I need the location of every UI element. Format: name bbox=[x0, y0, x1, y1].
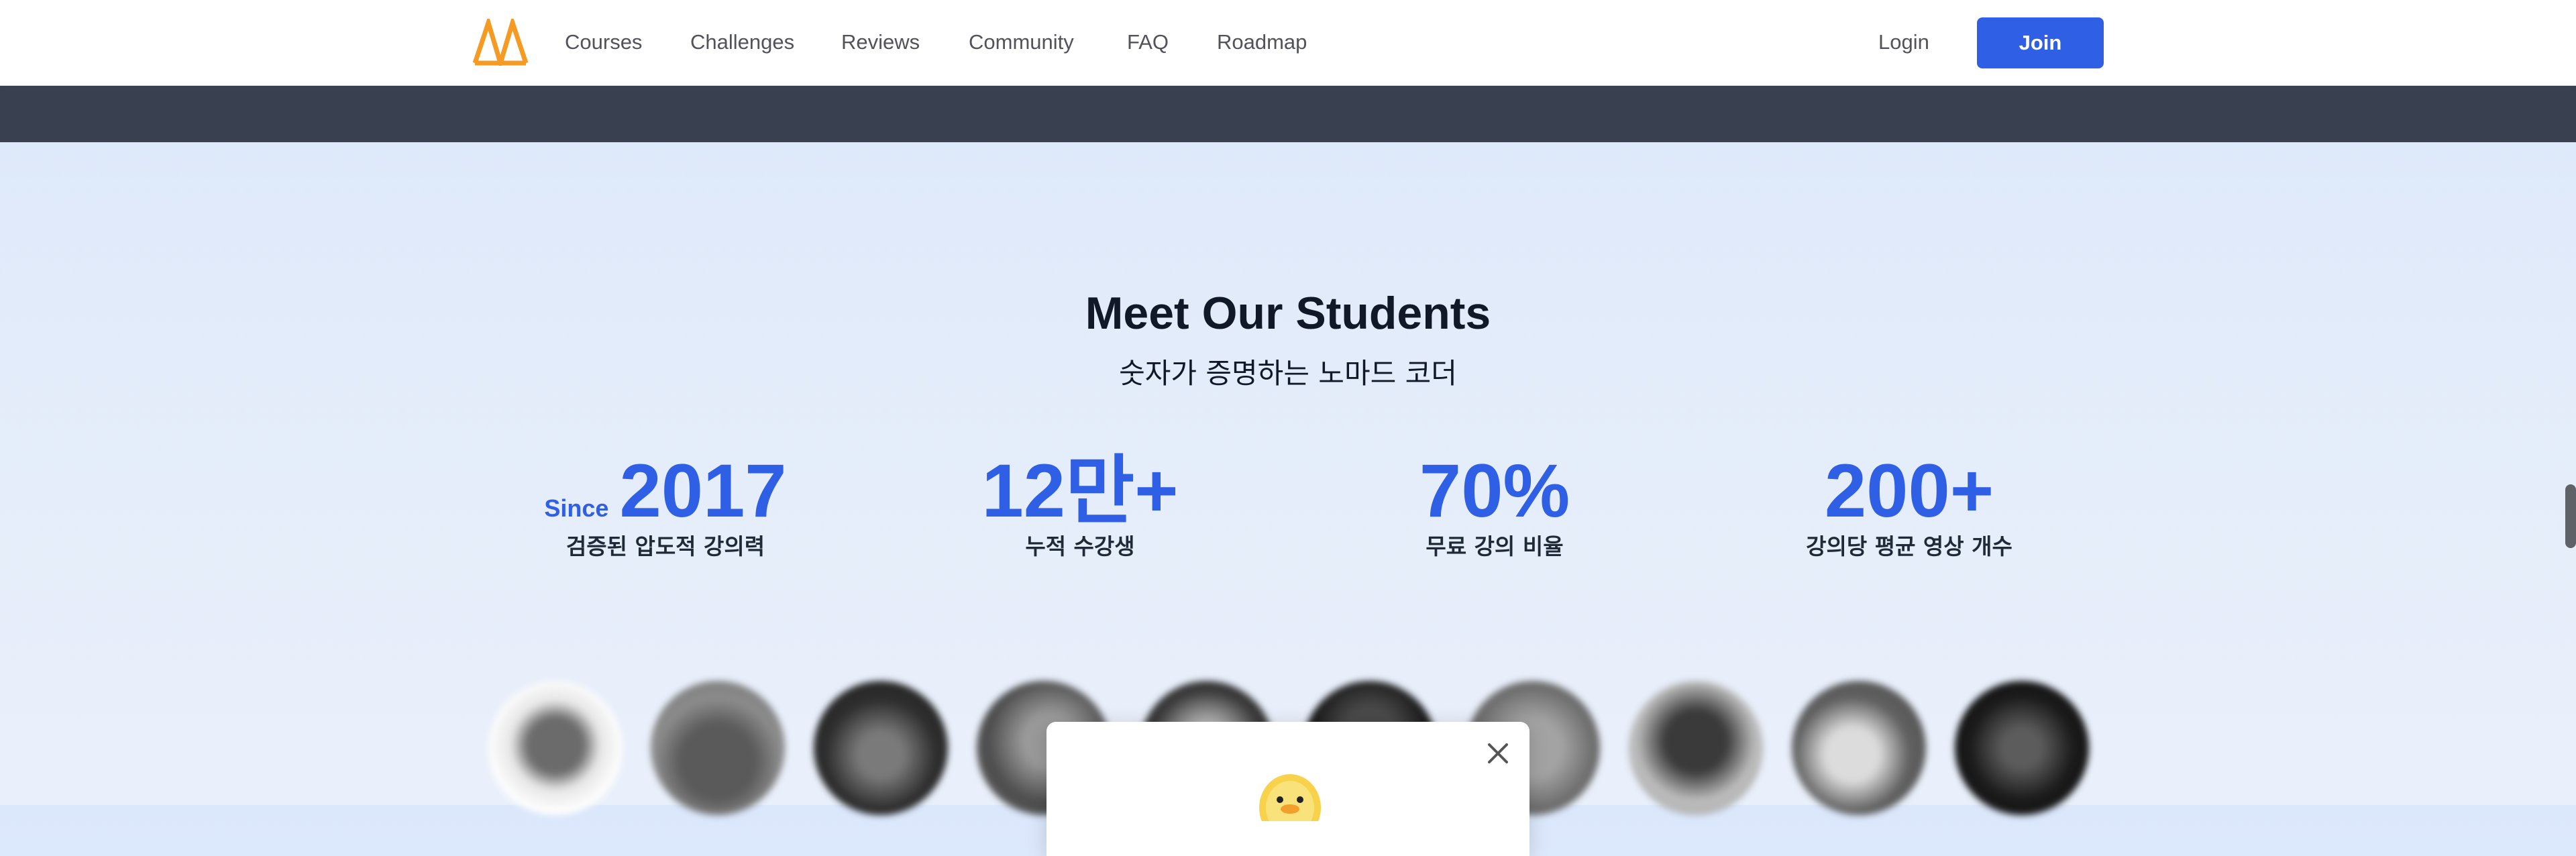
nav-link-faq[interactable]: FAQ bbox=[1127, 30, 1169, 54]
student-avatar bbox=[1792, 681, 1926, 815]
stat-label: 무료 강의 비율 bbox=[1426, 533, 1564, 559]
duck-icon bbox=[1259, 774, 1321, 821]
dark-banner-strip bbox=[0, 85, 2576, 142]
join-button[interactable]: Join bbox=[1977, 17, 2104, 68]
student-avatar bbox=[651, 681, 785, 815]
promo-popup bbox=[1046, 722, 1529, 856]
stat-label: 강의당 평균 영상 개수 bbox=[1806, 533, 2012, 559]
nav-link-roadmap[interactable]: Roadmap bbox=[1217, 30, 1307, 54]
stat-since: Since 2017 검증된 압도적 강의력 bbox=[464, 453, 867, 561]
stat-value: 12만+ bbox=[981, 449, 1179, 533]
stat-value: 200+ bbox=[1824, 449, 1994, 533]
stat-value: 70% bbox=[1419, 449, 1570, 533]
stat-videos: 200+ 강의당 평균 영상 개수 bbox=[1708, 453, 2110, 561]
section-title: Meet Our Students bbox=[1085, 288, 1491, 339]
section-subtitle: 숫자가 증명하는 노마드 코더 bbox=[1119, 357, 1457, 390]
scrollbar-thumb[interactable] bbox=[2565, 484, 2576, 548]
nav-link-courses[interactable]: Courses bbox=[565, 30, 642, 54]
nav-link-reviews[interactable]: Reviews bbox=[841, 30, 920, 54]
stat-label: 검증된 압도적 강의력 bbox=[566, 533, 765, 559]
stat-prefix: Since bbox=[544, 494, 609, 522]
close-icon[interactable] bbox=[1484, 739, 1512, 767]
stat-free-ratio: 70% 무료 강의 비율 bbox=[1293, 453, 1696, 561]
stat-value: 2017 bbox=[619, 449, 787, 533]
nav-link-community[interactable]: Community bbox=[969, 30, 1074, 54]
student-avatar bbox=[1955, 681, 2089, 815]
student-avatar bbox=[1629, 681, 1763, 815]
stat-label: 누적 수강생 bbox=[1025, 533, 1135, 559]
student-avatar bbox=[814, 681, 948, 815]
student-avatar bbox=[488, 681, 623, 815]
nav-link-challenges[interactable]: Challenges bbox=[690, 30, 794, 54]
login-link[interactable]: Login bbox=[1878, 30, 1929, 54]
top-nav: Courses Challenges Reviews Community FAQ… bbox=[0, 0, 2576, 86]
nomad-logo-icon[interactable] bbox=[472, 19, 529, 66]
stat-students: 12만+ 누적 수강생 bbox=[879, 453, 1281, 561]
